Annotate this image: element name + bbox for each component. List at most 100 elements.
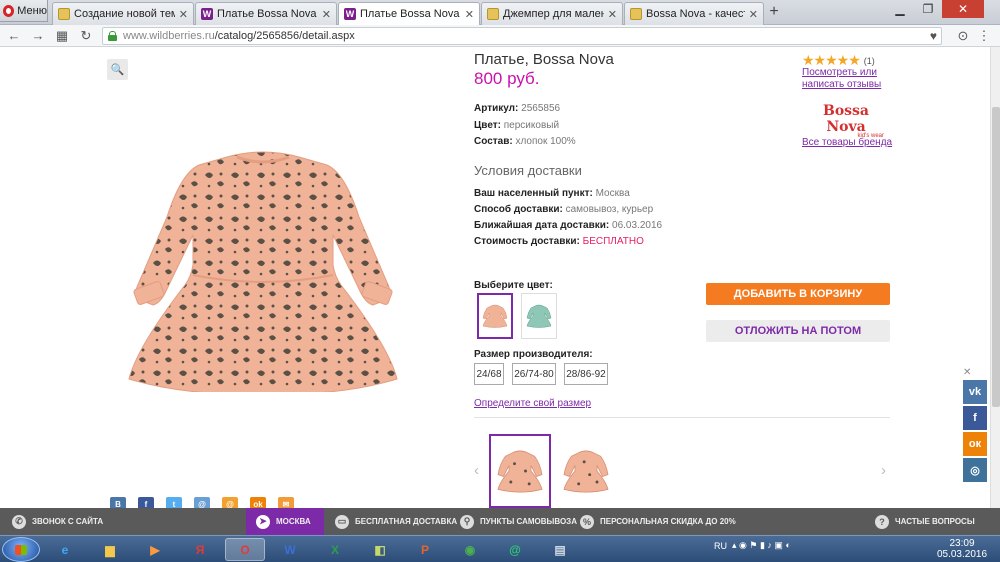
color-swatch-mint[interactable] [521,293,557,339]
discount-link[interactable]: % ПЕРСОНАЛЬНАЯ СКИДКА ДО 20% [580,508,736,535]
browser-tab[interactable]: W Платье Bossa Nova 25658 ✕ [195,2,337,25]
callback-link[interactable]: ✆ ЗВОНОК С САЙТА [12,508,103,535]
ie-icon[interactable]: e [45,538,85,561]
brand-all-link[interactable]: Все товары бренда [802,137,892,148]
vk-icon[interactable]: vk [963,380,987,404]
window-controls: ▁ ❐ ✕ [886,0,984,20]
vertical-scrollbar[interactable] [990,47,1000,508]
calculator-icon[interactable]: ▤ [540,538,580,561]
opera-taskbar-icon[interactable]: O [225,538,265,561]
size-option[interactable]: 28/86-92 [564,363,608,385]
browser-tab[interactable]: Создание новой темы - В ✕ [52,2,194,25]
address-bar: ← → ▦ ↻ www.wildberries.ru/catalog/25658… [0,25,1000,47]
tab-close-icon[interactable]: ✕ [322,8,331,21]
yandex-icon[interactable]: Я [180,538,220,561]
share-twitter-icon[interactable]: t [166,497,182,508]
folder-icon [630,8,642,20]
brand-logo[interactable]: Bossa Nova kid's wear [804,103,888,139]
pickup-points-link[interactable]: ⚲ ПУНКТЫ САМОВЫВОЗА [460,508,577,535]
tab-close-icon[interactable]: ✕ [749,8,758,21]
tab-label: Джемпер для маленького [503,8,604,20]
carousel-next-icon[interactable]: › [881,462,886,479]
zoom-icon[interactable]: 🔍 [107,59,128,80]
browser-menu-button[interactable]: Меню [0,0,48,22]
product-image[interactable] [97,147,429,395]
product-page: 🔍 Платье, Bossa Nova 800 руб. Артикул: 2… [0,47,990,508]
powerpoint-icon[interactable]: P [405,538,445,561]
tab-close-icon[interactable]: ✕ [608,8,617,21]
delivery-date: Ближайшая дата доставки: 06.03.2016 [474,220,663,231]
location-arrow-icon: ➤ [256,514,270,529]
word-icon[interactable]: W [270,538,310,561]
social-close-icon[interactable]: ✕ [963,367,971,378]
start-button[interactable] [2,537,40,562]
delivery-heading: Условия доставки [474,163,582,178]
url-field[interactable]: www.wildberries.ru/catalog/2565856/detai… [102,27,942,45]
thumbnail-back[interactable] [555,434,617,508]
wb-icon: W [344,8,356,20]
carousel-prev-icon[interactable]: ‹ [474,462,479,479]
media-player-icon[interactable]: ▶ [135,538,175,561]
explorer-icon[interactable]: ▆ [90,538,130,561]
instagram-icon[interactable]: ◎ [963,458,987,482]
maximize-icon[interactable]: ❐ [914,0,942,18]
save-for-later-button[interactable]: ОТЛОЖИТЬ НА ПОТОМ [706,320,890,342]
forward-icon[interactable]: → [30,28,46,44]
reload-icon[interactable]: ↻ [78,28,94,44]
clock[interactable]: 23:09 05.03.2016 [936,538,988,560]
mail-agent-icon[interactable]: @ [495,538,535,561]
tabs-grid-icon[interactable]: ▦ [54,28,70,44]
size-option[interactable]: 24/68 [474,363,504,385]
divider [474,417,890,418]
faq-link[interactable]: ? ЧАСТЫЕ ВОПРОСЫ [875,508,975,535]
minimize-icon[interactable]: ▁ [886,0,914,18]
truck-icon: ▭ [335,514,349,529]
prop-article: Артикул: 2565856 [474,103,561,114]
delivery-city: Ваш населенный пункт: Москва [474,188,630,199]
product-title: Платье, Bossa Nova [474,51,614,68]
add-to-cart-button[interactable]: ДОБАВИТЬ В КОРЗИНУ [706,283,890,305]
prop-composition: Состав: хлопок 100% [474,136,576,147]
tab-label: Платье Bossa Nova 25658 [217,8,318,20]
browser-tab-active[interactable]: W Платье Bossa Nova 25658 ✕ [338,2,480,25]
tab-close-icon[interactable]: ✕ [179,8,188,21]
city-selector[interactable]: ➤ МОСКВА [246,508,324,535]
free-delivery-link[interactable]: ▭ БЕСПЛАТНАЯ ДОСТАВКА [335,508,457,535]
browser-tab[interactable]: Джемпер для маленького ✕ [481,2,623,25]
excel-icon[interactable]: X [315,538,355,561]
size-option[interactable]: 26/74-80 [512,363,556,385]
new-tab-button[interactable]: + [765,4,783,22]
chrome-icon[interactable]: ◉ [450,538,490,561]
color-swatch-peach[interactable] [477,293,513,339]
close-window-icon[interactable]: ✕ [942,0,984,18]
share-mailru-icon[interactable]: @ [194,497,210,508]
taskbar: e ▆ ▶ Я O W X ◧ P ◉ @ ▤ RU ▴ ◉ ⚑ ▮ ♪ ▣ ◐… [0,535,1000,562]
tab-label: Платье Bossa Nova 25658 [360,8,461,20]
wb-icon: W [201,8,213,20]
thumbnail-front[interactable] [489,434,551,508]
facebook-icon[interactable]: f [963,406,987,430]
system-tray: RU ▴ ◉ ⚑ ▮ ♪ ▣ ◐ [714,540,791,551]
share-email-icon[interactable]: @ [222,497,238,508]
url-text: www.wildberries.ru/catalog/2565856/detai… [123,30,355,42]
tab-close-icon[interactable]: ✕ [465,8,474,21]
pin-icon: ⚲ [460,514,474,529]
language-indicator[interactable]: RU [714,541,727,551]
browser-tab[interactable]: Bossa Nova - качественн ✕ [624,2,764,25]
share-odnoklassniki-icon[interactable]: ok [250,497,266,508]
size-guide-link[interactable]: Определите свой размер [474,398,591,409]
heart-icon[interactable]: ♥ [930,29,937,43]
share-mail-icon[interactable]: ✉ [278,497,294,508]
product-price: 800 руб. [474,69,540,88]
reviews-link[interactable]: Посмотреть или написать отзывы [802,67,882,91]
paint-icon[interactable]: ◧ [360,538,400,561]
opera-logo-icon [3,4,15,17]
extensions-icon[interactable]: ⋮ [976,28,992,44]
odnoklassniki-icon[interactable]: ок [963,432,987,456]
share-facebook-icon[interactable]: f [138,497,154,508]
delivery-method: Способ доставки: самовывоз, курьер [474,204,654,215]
share-vk-icon[interactable]: B [110,497,126,508]
back-icon[interactable]: ← [6,28,22,44]
download-icon[interactable]: ⊙ [955,28,971,44]
tray-icons[interactable]: ▴ ◉ ⚑ ▮ ♪ ▣ ◐ [732,540,791,551]
